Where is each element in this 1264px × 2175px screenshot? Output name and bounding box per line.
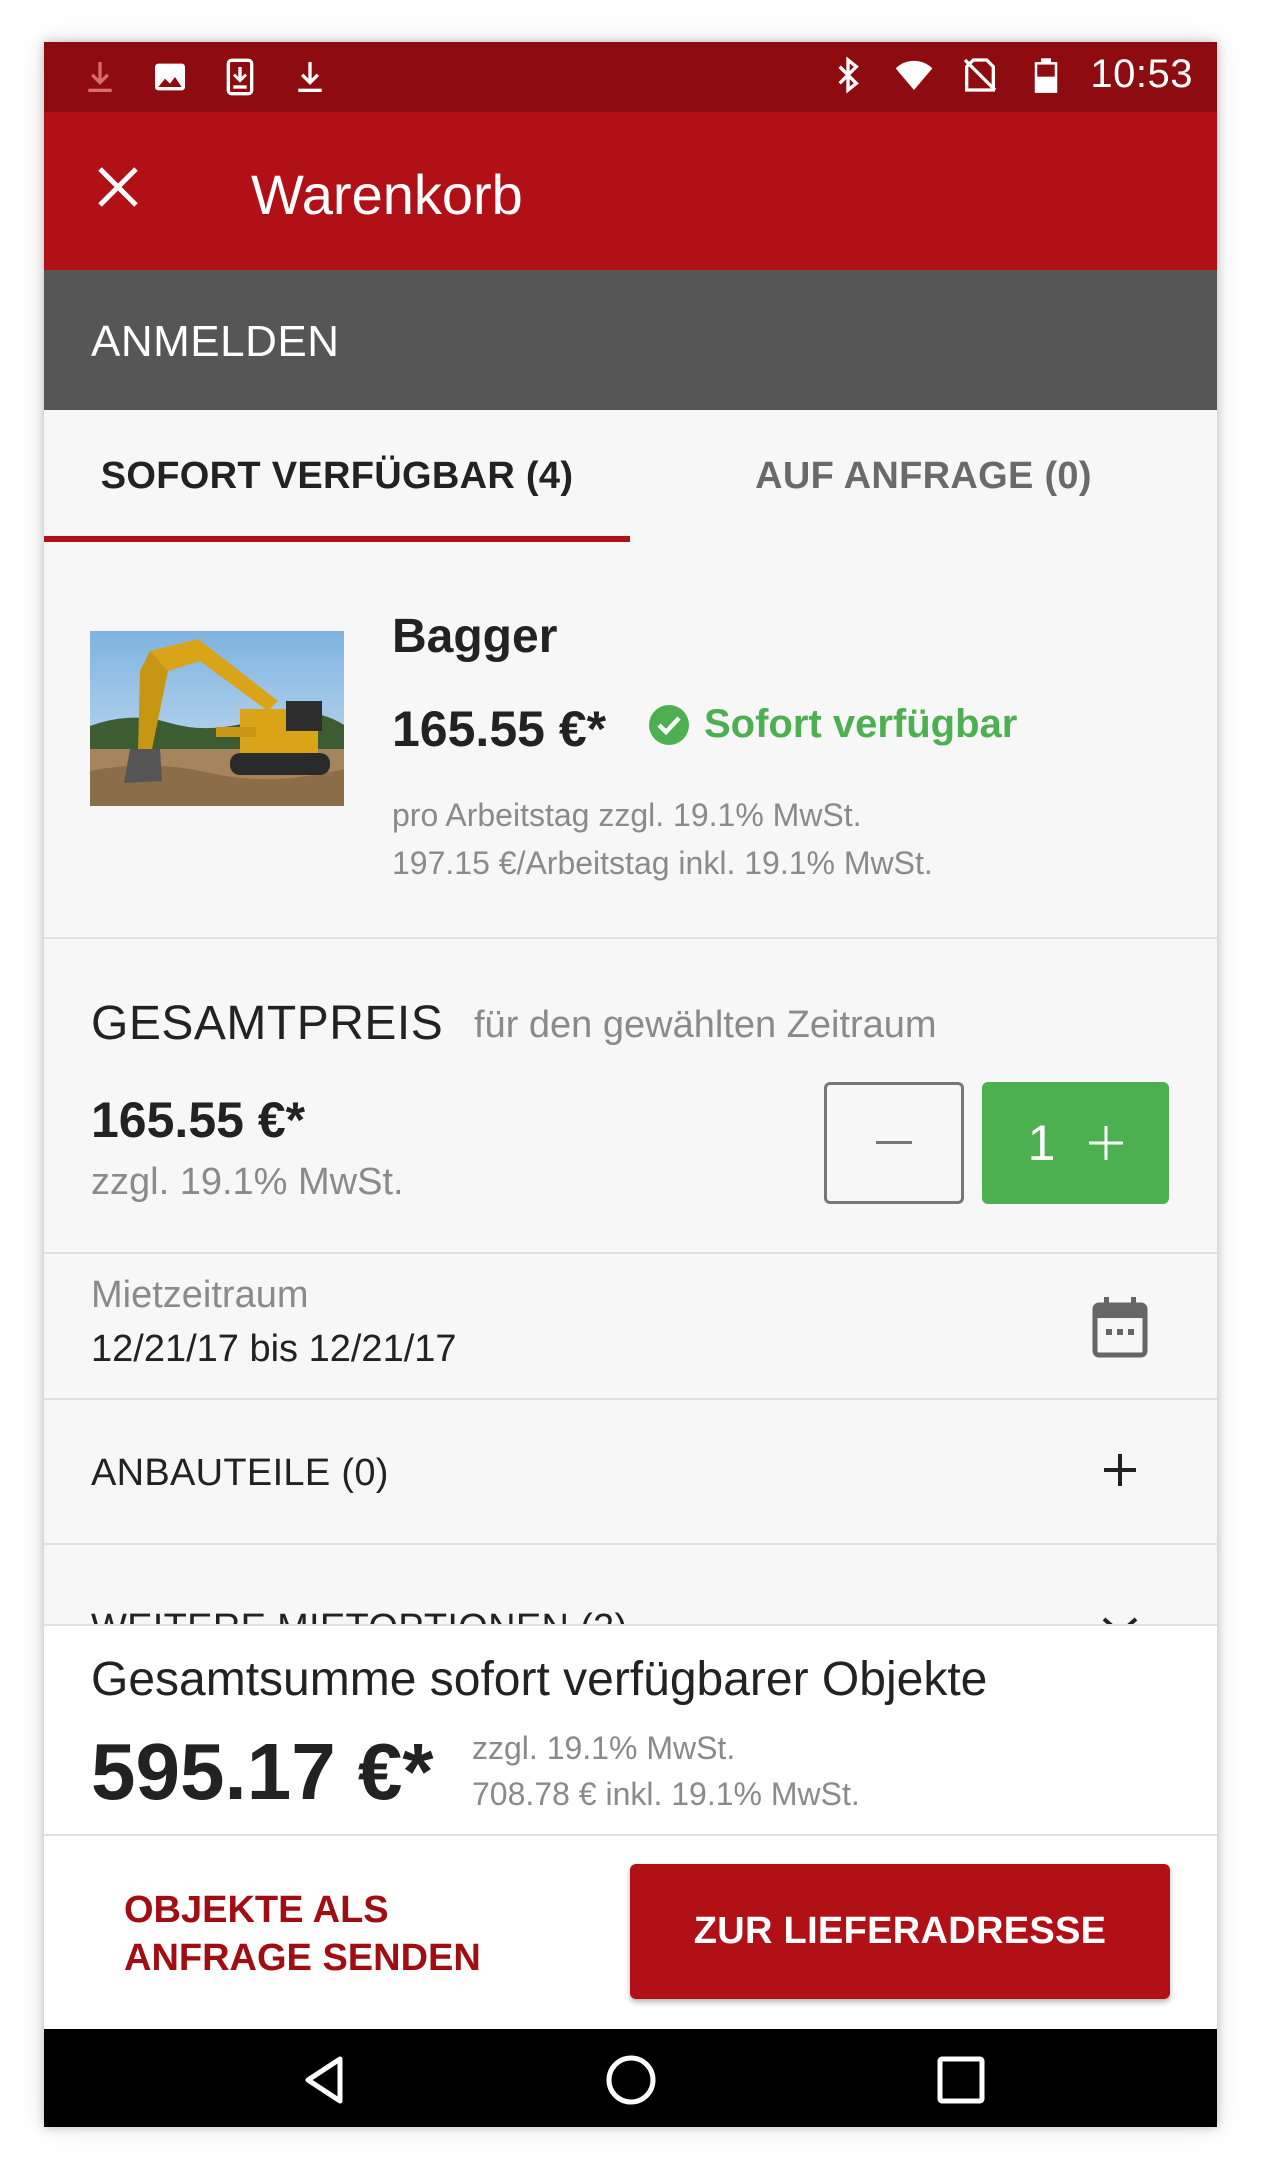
decrease-quantity-button[interactable] — [824, 1082, 964, 1204]
product-card[interactable]: Bagger 165.55 €* Sofort verfügbar pro Ar… — [44, 542, 1217, 939]
bluetooth-icon — [826, 53, 870, 97]
quantity-value: 1 — [1027, 1115, 1056, 1171]
wifi-icon — [892, 53, 936, 97]
clock: 10:53 — [1090, 52, 1193, 96]
rental-period-row[interactable]: Mietzeitraum 12/21/17 bis 12/21/17 — [44, 1254, 1217, 1400]
total-subheading: für den gewählten Zeitraum — [474, 1004, 937, 1046]
action-bar: OBJEKTE ALS ANFRAGE SENDEN ZUR LIEFERADR… — [44, 1836, 1217, 2029]
download-icon — [288, 55, 332, 99]
summary-tax-incl: 708.78 € inkl. 19.1% MwSt. — [472, 1776, 860, 1812]
total-price-section: GESAMTPREIS für den gewählten Zeitraum 1… — [44, 939, 1217, 1254]
product-price: 165.55 €* — [392, 701, 607, 757]
send-request-label-line1: OBJEKTE ALS — [124, 1889, 389, 1931]
status-system: 10:53 — [826, 52, 1193, 97]
close-icon — [98, 167, 138, 207]
status-notifications — [78, 55, 332, 99]
availability-text: Sofort verfügbar — [704, 702, 1018, 746]
check-circle-icon — [649, 704, 689, 745]
no-sim-icon — [958, 53, 1002, 97]
cart-tabs: SOFORT VERFÜGBAR (4) AUF ANFRAGE (0) — [44, 410, 1217, 542]
expand-plus-icon[interactable] — [1098, 1448, 1142, 1492]
calendar-icon[interactable] — [1092, 1296, 1148, 1358]
login-bar[interactable]: ANMELDEN — [44, 270, 1217, 410]
addons-label: ANBAUTEILE (0) — [91, 1452, 389, 1494]
home-icon[interactable] — [604, 2053, 658, 2107]
total-price: 165.55 €* — [91, 1092, 306, 1148]
page-title: Warenkorb — [251, 163, 523, 226]
summary-title: Gesamtsumme sofort verfügbarer Objekte — [91, 1653, 988, 1706]
increase-quantity-button[interactable]: 1 — [982, 1082, 1169, 1204]
more-options-row[interactable]: WEITERE MIETOPTIONEN (2) — [44, 1545, 1217, 1625]
price-note: pro Arbeitstag zzgl. 19.1% MwSt. — [392, 797, 862, 833]
minus-icon — [876, 1141, 912, 1144]
system-nav-bar — [44, 2029, 1217, 2127]
total-tax: zzgl. 19.1% MwSt. — [91, 1161, 404, 1203]
rental-period-label: Mietzeitraum — [91, 1274, 309, 1316]
download-faded-icon — [78, 55, 122, 99]
summary-tax-excl: zzgl. 19.1% MwSt. — [472, 1730, 736, 1766]
delivery-address-button[interactable]: ZUR LIEFERADRESSE — [630, 1864, 1170, 1999]
cart-summary: Gesamtsumme sofort verfügbarer Objekte 5… — [44, 1624, 1217, 1836]
more-options-label: WEITERE MIETOPTIONEN (2) — [91, 1607, 627, 1625]
close-button[interactable] — [88, 157, 148, 217]
product-name: Bagger — [392, 610, 558, 663]
battery-icon — [1024, 53, 1068, 97]
plus-icon — [1089, 1126, 1124, 1160]
price-note-incl: 197.15 €/Arbeitstag inkl. 19.1% MwSt. — [392, 845, 933, 881]
total-heading: GESAMTPREIS — [91, 997, 444, 1050]
chevron-down-icon — [1102, 1617, 1138, 1625]
back-icon[interactable] — [298, 2053, 352, 2107]
addons-row[interactable]: ANBAUTEILE (0) — [44, 1400, 1217, 1545]
tab-on-request[interactable]: AUF ANFRAGE (0) — [630, 410, 1217, 542]
app-toolbar: Warenkorb — [44, 112, 1217, 270]
download-box-icon — [218, 55, 262, 99]
tab-available[interactable]: SOFORT VERFÜGBAR (4) — [44, 410, 630, 542]
login-label: ANMELDEN — [91, 317, 340, 366]
send-request-label-line2: ANFRAGE SENDEN — [124, 1937, 481, 1979]
status-bar: 10:53 — [44, 42, 1217, 112]
phone-screen: 10:53 Warenkorb ANMELDEN SOFORT VERFÜGBA… — [44, 42, 1217, 2127]
rental-period-value: 12/21/17 bis 12/21/17 — [91, 1328, 457, 1370]
image-icon — [148, 55, 192, 99]
send-request-button[interactable]: OBJEKTE ALS ANFRAGE SENDEN — [124, 1886, 574, 1982]
recent-apps-icon[interactable] — [934, 2053, 988, 2107]
product-image — [90, 631, 344, 806]
availability-badge: Sofort verfügbar — [648, 702, 1017, 747]
summary-total: 595.17 €* — [91, 1727, 434, 1816]
